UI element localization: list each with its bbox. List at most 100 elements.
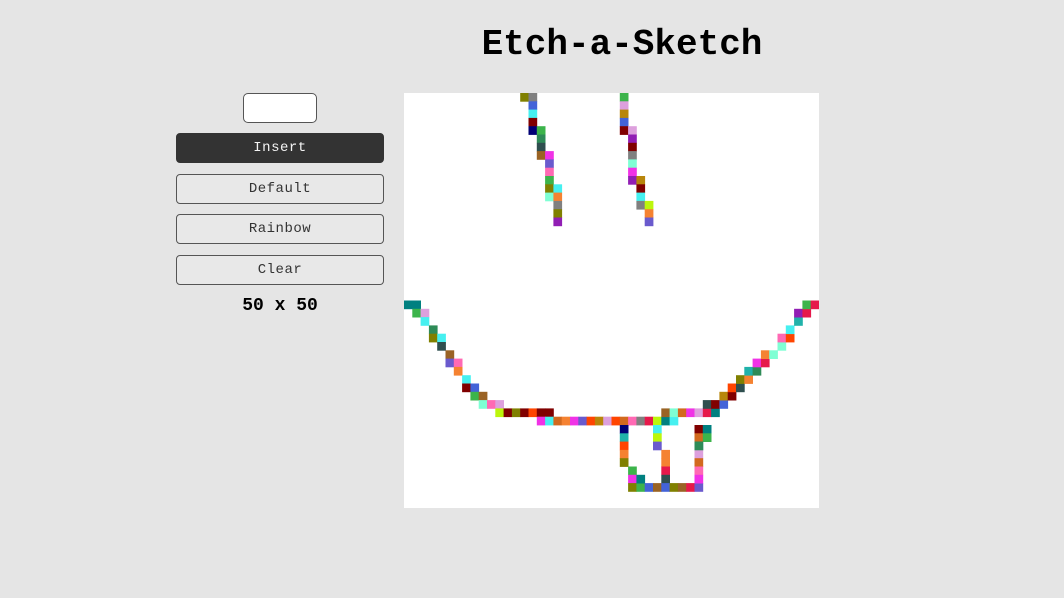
painted-cell[interactable] xyxy=(636,176,646,185)
painted-cell[interactable] xyxy=(553,192,563,202)
painted-cell[interactable] xyxy=(528,109,538,119)
painted-cell[interactable] xyxy=(536,142,546,152)
painted-cell[interactable] xyxy=(711,408,720,418)
painted-cell[interactable] xyxy=(636,184,646,193)
painted-cell[interactable] xyxy=(694,425,704,434)
painted-cell[interactable] xyxy=(644,416,654,426)
painted-cell[interactable] xyxy=(694,474,704,484)
painted-cell[interactable] xyxy=(470,391,480,401)
painted-cell[interactable] xyxy=(536,126,546,135)
painted-cell[interactable] xyxy=(545,416,554,426)
painted-cell[interactable] xyxy=(653,433,662,442)
painted-cell[interactable] xyxy=(611,416,621,426)
painted-cell[interactable] xyxy=(628,142,637,152)
painted-cell[interactable] xyxy=(794,317,803,326)
painted-cell[interactable] xyxy=(545,184,554,193)
painted-cell[interactable] xyxy=(628,474,637,484)
painted-cell[interactable] xyxy=(619,117,629,127)
painted-cell[interactable] xyxy=(736,383,745,393)
painted-cell[interactable] xyxy=(428,325,438,335)
painted-cell[interactable] xyxy=(661,466,670,476)
painted-cell[interactable] xyxy=(661,449,670,459)
painted-cell[interactable] xyxy=(644,217,654,227)
painted-cell[interactable] xyxy=(636,192,646,202)
default-button[interactable]: Default xyxy=(176,173,384,204)
painted-cell[interactable] xyxy=(644,200,654,210)
painted-cell[interactable] xyxy=(736,375,745,384)
painted-cell[interactable] xyxy=(570,416,579,426)
painted-cell[interactable] xyxy=(545,408,554,418)
painted-cell[interactable] xyxy=(619,433,629,442)
rainbow-button[interactable]: Rainbow xyxy=(176,214,384,244)
painted-cell[interactable] xyxy=(810,300,819,310)
painted-cell[interactable] xyxy=(644,483,654,492)
painted-cell[interactable] xyxy=(777,342,787,351)
painted-cell[interactable] xyxy=(686,408,695,418)
painted-cell[interactable] xyxy=(470,383,480,393)
painted-cell[interactable] xyxy=(694,483,704,492)
painted-cell[interactable] xyxy=(686,483,695,492)
painted-cell[interactable] xyxy=(661,483,670,492)
painted-cell[interactable] xyxy=(528,93,538,102)
painted-cell[interactable] xyxy=(702,433,712,442)
painted-cell[interactable] xyxy=(495,408,504,418)
painted-cell[interactable] xyxy=(694,458,704,467)
painted-cell[interactable] xyxy=(661,408,670,418)
painted-cell[interactable] xyxy=(520,408,529,418)
painted-cell[interactable] xyxy=(785,325,795,335)
painted-cell[interactable] xyxy=(420,308,430,318)
painted-cell[interactable] xyxy=(694,466,704,476)
painted-cell[interactable] xyxy=(528,117,538,127)
insert-button[interactable]: Insert xyxy=(176,133,384,163)
painted-cell[interactable] xyxy=(412,308,421,318)
painted-cell[interactable] xyxy=(628,126,637,135)
painted-cell[interactable] xyxy=(702,425,712,434)
painted-cell[interactable] xyxy=(628,416,637,426)
painted-cell[interactable] xyxy=(719,391,729,401)
painted-cell[interactable] xyxy=(653,416,662,426)
painted-cell[interactable] xyxy=(553,416,563,426)
painted-cell[interactable] xyxy=(744,366,753,376)
sketch-grid[interactable] xyxy=(404,93,819,508)
painted-cell[interactable] xyxy=(677,483,687,492)
painted-cell[interactable] xyxy=(536,151,546,160)
painted-cell[interactable] xyxy=(619,101,629,110)
painted-cell[interactable] xyxy=(628,159,637,169)
painted-cell[interactable] xyxy=(511,408,521,418)
painted-cell[interactable] xyxy=(553,209,563,218)
grid-size-input[interactable] xyxy=(243,93,317,123)
painted-cell[interactable] xyxy=(694,441,704,451)
painted-cell[interactable] xyxy=(619,425,629,434)
painted-cell[interactable] xyxy=(653,425,662,434)
painted-cell[interactable] xyxy=(478,400,488,409)
painted-cell[interactable] xyxy=(752,366,762,376)
painted-cell[interactable] xyxy=(677,408,687,418)
painted-cell[interactable] xyxy=(495,400,504,409)
painted-cell[interactable] xyxy=(586,416,596,426)
clear-button[interactable]: Clear xyxy=(176,254,384,285)
painted-cell[interactable] xyxy=(636,416,646,426)
painted-cell[interactable] xyxy=(545,159,554,169)
painted-cell[interactable] xyxy=(553,184,563,193)
painted-cell[interactable] xyxy=(404,300,413,310)
painted-cell[interactable] xyxy=(760,350,770,359)
painted-cell[interactable] xyxy=(561,416,571,426)
painted-cell[interactable] xyxy=(478,391,488,401)
painted-cell[interactable] xyxy=(420,317,430,326)
painted-cell[interactable] xyxy=(619,449,629,459)
painted-cell[interactable] xyxy=(669,416,679,426)
painted-cell[interactable] xyxy=(636,483,646,492)
painted-cell[interactable] xyxy=(777,333,787,343)
painted-cell[interactable] xyxy=(636,474,646,484)
painted-cell[interactable] xyxy=(487,400,496,409)
painted-cell[interactable] xyxy=(437,333,446,343)
painted-cell[interactable] xyxy=(711,400,720,409)
painted-cell[interactable] xyxy=(802,308,812,318)
painted-cell[interactable] xyxy=(727,383,737,393)
painted-cell[interactable] xyxy=(545,176,554,185)
painted-cell[interactable] xyxy=(578,416,587,426)
painted-cell[interactable] xyxy=(594,416,604,426)
painted-cell[interactable] xyxy=(520,93,529,102)
painted-cell[interactable] xyxy=(661,474,670,484)
painted-cell[interactable] xyxy=(802,300,812,310)
